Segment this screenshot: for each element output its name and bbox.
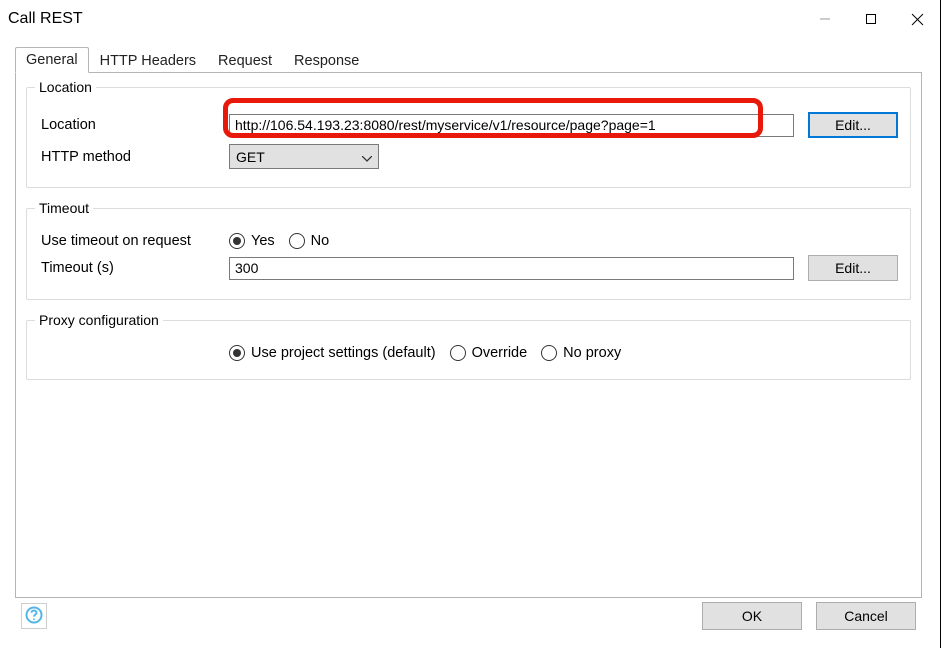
radio-timeout-no-label: No — [311, 233, 330, 249]
tab-request[interactable]: Request — [207, 48, 283, 73]
close-button[interactable] — [894, 3, 940, 35]
tab-page-general: Location Location Edit... HTTP method GE… — [15, 73, 922, 598]
window-title: Call REST — [8, 10, 83, 28]
tab-general[interactable]: General — [15, 47, 89, 73]
row-proxy-options: Use project settings (default) Override … — [39, 345, 898, 361]
radio-timeout-no[interactable]: No — [289, 233, 330, 249]
ok-button[interactable]: OK — [702, 602, 802, 630]
http-method-value: GET — [236, 149, 265, 165]
timeout-input[interactable] — [229, 257, 794, 280]
group-timeout-title: Timeout — [35, 200, 93, 216]
radio-timeout-yes[interactable]: Yes — [229, 233, 275, 249]
help-icon — [25, 606, 43, 627]
group-location-title: Location — [35, 79, 96, 95]
chevron-down-icon — [362, 149, 372, 165]
row-location: Location Edit... — [39, 112, 898, 138]
radio-proxy-override[interactable]: Override — [450, 345, 528, 361]
location-label: Location — [39, 117, 229, 133]
group-proxy-title: Proxy configuration — [35, 312, 163, 328]
group-timeout: Timeout Use timeout on request Yes No — [26, 208, 911, 300]
http-method-select[interactable]: GET — [229, 144, 379, 169]
row-http-method: HTTP method GET — [39, 144, 898, 169]
location-edit-button[interactable]: Edit... — [808, 112, 898, 138]
http-method-label: HTTP method — [39, 149, 229, 165]
tab-http-headers[interactable]: HTTP Headers — [89, 48, 207, 73]
window: Call REST General HTTP Headers Request R… — [0, 0, 941, 648]
radio-proxy-override-label: Override — [472, 345, 528, 361]
radio-proxy-default[interactable]: Use project settings (default) — [229, 345, 436, 361]
client-area: General HTTP Headers Request Response Lo… — [0, 38, 940, 648]
cancel-button[interactable]: Cancel — [816, 602, 916, 630]
use-timeout-label: Use timeout on request — [39, 233, 229, 249]
timeout-label: Timeout (s) — [39, 260, 229, 276]
radio-proxy-default-label: Use project settings (default) — [251, 345, 436, 361]
group-proxy: Proxy configuration Use project settings… — [26, 320, 911, 380]
timeout-edit-button[interactable]: Edit... — [808, 255, 898, 281]
tabstrip: General HTTP Headers Request Response — [15, 47, 922, 73]
titlebar: Call REST — [0, 0, 940, 38]
location-input[interactable] — [229, 114, 794, 137]
radio-proxy-none-label: No proxy — [563, 345, 621, 361]
row-use-timeout: Use timeout on request Yes No — [39, 233, 898, 249]
minimize-button[interactable] — [802, 3, 848, 35]
row-timeout-value: Timeout (s) Edit... — [39, 255, 898, 281]
radio-timeout-yes-label: Yes — [251, 233, 275, 249]
group-location: Location Location Edit... HTTP method GE… — [26, 87, 911, 188]
radio-proxy-none[interactable]: No proxy — [541, 345, 621, 361]
footer: OK Cancel — [9, 598, 928, 640]
help-button[interactable] — [21, 603, 47, 629]
tab-response[interactable]: Response — [283, 48, 370, 73]
maximize-button[interactable] — [848, 3, 894, 35]
